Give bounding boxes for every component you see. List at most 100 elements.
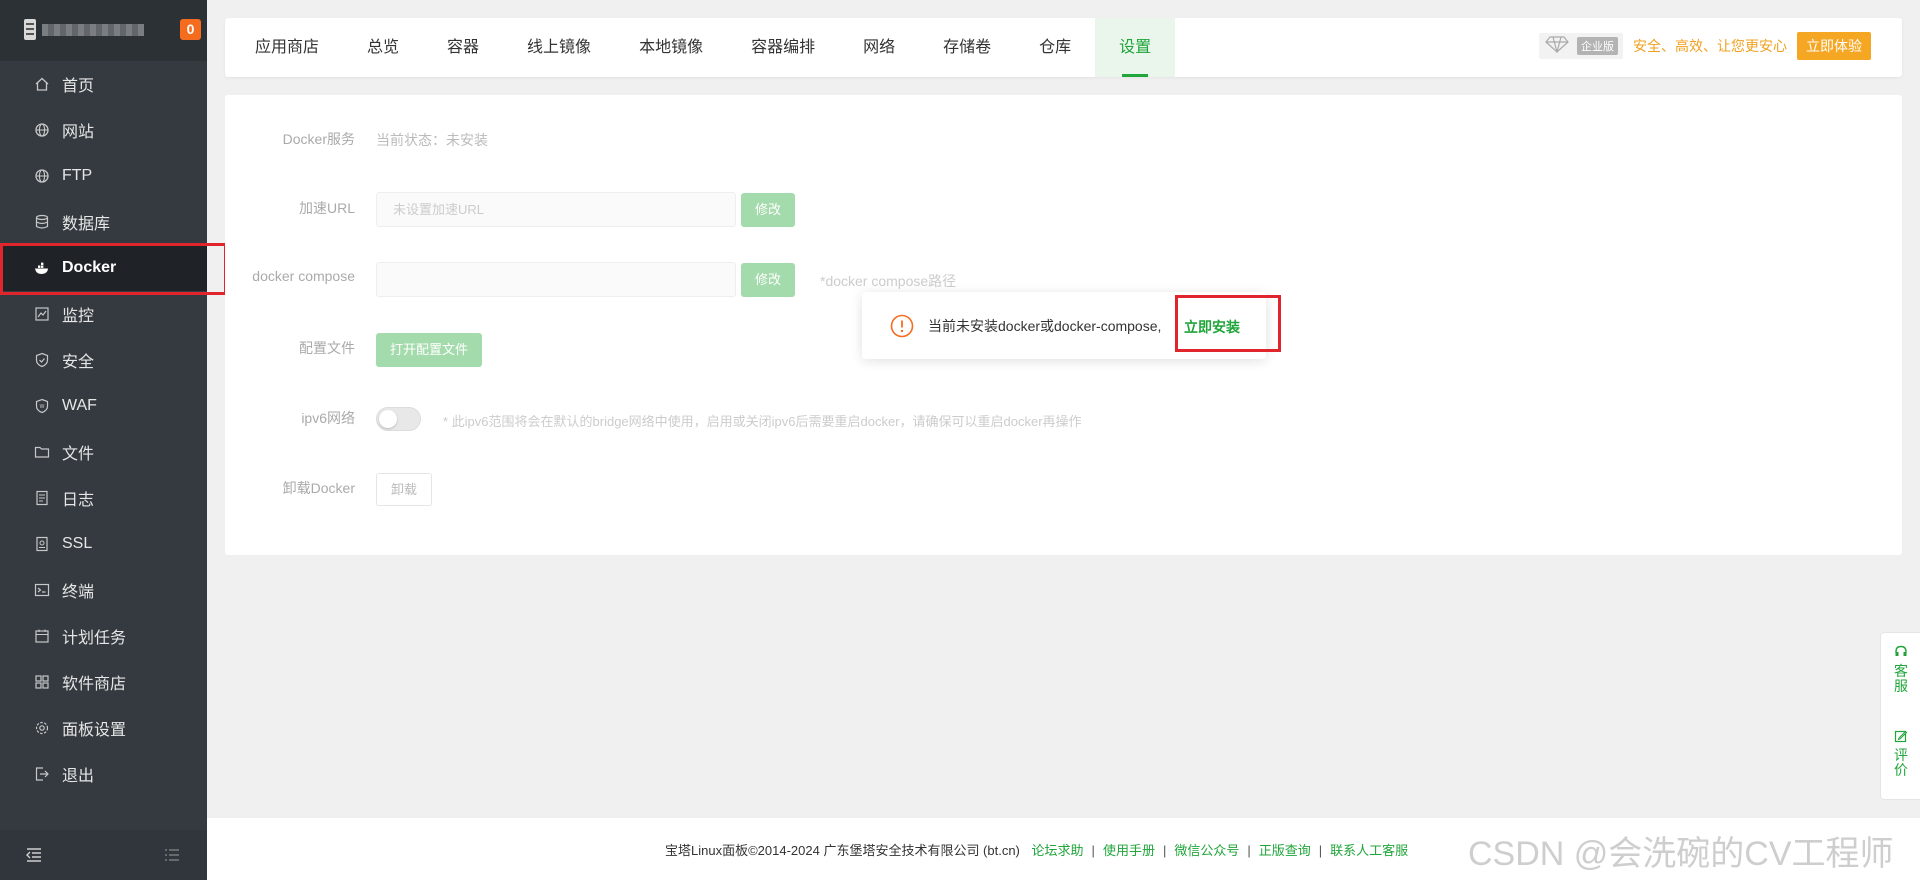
float-support[interactable]: 客服 (1881, 645, 1920, 694)
sidebar-item-label: 终端 (62, 584, 95, 601)
collapse-menu-icon[interactable] (25, 847, 43, 868)
edit-icon (1894, 730, 1908, 746)
tab-compose[interactable]: 容器编排 (727, 18, 839, 77)
float-feedback-label: 评价 (1894, 747, 1908, 778)
sidebar-item-label: 安全 (62, 354, 95, 371)
uninstall-button[interactable]: 卸载 (376, 473, 433, 506)
tab-settings[interactable]: 设置 (1095, 18, 1176, 77)
float-support-label: 客服 (1894, 663, 1908, 694)
enterprise-label: 企业版 (1577, 37, 1618, 55)
open-config-file-button[interactable]: 打开配置文件 (376, 333, 483, 367)
sidebar-item-files[interactable]: 文件 (0, 429, 207, 475)
sidebar-item-home[interactable]: 首页 (0, 61, 207, 107)
sidebar-item-waf[interactable]: W WAF (0, 383, 207, 429)
sidebar-header: 0 (0, 0, 207, 61)
calendar-icon (34, 628, 50, 644)
enterprise-badge: 企业版 (1539, 33, 1623, 59)
compose-path-input[interactable] (376, 262, 736, 297)
footer-link-license[interactable]: 正版查询 (1259, 843, 1311, 858)
tab-online-images[interactable]: 线上镜像 (503, 18, 615, 77)
terminal-icon (34, 582, 50, 598)
sidebar-item-app-store[interactable]: 软件商店 (0, 659, 207, 705)
sidebar-item-label: Docker (62, 259, 117, 276)
sidebar-item-terminal[interactable]: 终端 (0, 567, 207, 613)
logout-icon (34, 766, 50, 782)
uninstall-docker-label: 卸载Docker (282, 480, 355, 496)
sidebar-item-label: 监控 (62, 308, 95, 325)
sidebar-item-logs[interactable]: 日志 (0, 475, 207, 521)
sidebar-item-label: 面板设置 (62, 722, 127, 739)
diamond-icon (1545, 35, 1569, 58)
monitor-icon (34, 306, 50, 322)
docker-icon (34, 260, 50, 276)
sidebar-item-website[interactable]: 网站 (0, 107, 207, 153)
grid-icon (34, 674, 50, 690)
sidebar-item-docker[interactable]: Docker (0, 245, 207, 291)
shield-icon (34, 352, 50, 368)
try-now-button[interactable]: 立即体验 (1797, 32, 1871, 60)
tab-containers[interactable]: 容器 (423, 18, 503, 77)
log-icon (34, 490, 50, 506)
sidebar-item-security[interactable]: 安全 (0, 337, 207, 383)
sidebar-item-logout[interactable]: 退出 (0, 751, 207, 797)
footer-separator: | (1247, 843, 1251, 858)
install-now-link[interactable]: 立即安装 (1184, 317, 1240, 337)
sidebar-item-label: FTP (62, 167, 93, 184)
menu-list-icon[interactable] (163, 847, 181, 868)
database-icon (34, 214, 50, 230)
enterprise-promo: 企业版 安全、高效、让您更安心 立即体验 (1539, 32, 1871, 60)
gear-icon (34, 720, 50, 736)
mirror-url-modify-button[interactable]: 修改 (741, 193, 796, 227)
sidebar-item-ftp[interactable]: FTP (0, 153, 207, 199)
compose-modify-button[interactable]: 修改 (741, 263, 796, 297)
footer-link-support[interactable]: 联系人工客服 (1330, 843, 1408, 858)
not-installed-popup: 当前未安装docker或docker-compose, 立即安装 (862, 292, 1266, 359)
footer-separator: | (1091, 843, 1095, 858)
docker-service-status: 当前状态：未安装 (376, 132, 488, 148)
footer-link-forum[interactable]: 论坛求助 (1032, 843, 1084, 858)
mirror-url-label: 加速URL (298, 200, 355, 216)
tab-registry[interactable]: 仓库 (1015, 18, 1095, 77)
notification-badge[interactable]: 0 (180, 19, 201, 40)
footer-link-wechat[interactable]: 微信公众号 (1174, 843, 1239, 858)
sidebar-item-label: 退出 (62, 768, 95, 785)
tab-app-store[interactable]: 应用商店 (231, 18, 343, 77)
float-feedback[interactable]: 评价 (1881, 729, 1920, 778)
popup-message: 当前未安装docker或docker-compose, (928, 318, 1162, 334)
tab-volumes[interactable]: 存储卷 (919, 18, 1015, 77)
footer-link-manual[interactable]: 使用手册 (1103, 843, 1155, 858)
tab-overview[interactable]: 总览 (343, 18, 423, 77)
sidebar-item-label: SSL (62, 535, 93, 552)
folder-icon (34, 444, 50, 460)
floating-support-widget: 客服 评价 (1880, 632, 1920, 800)
mirror-url-input[interactable]: 未设置加速URL (376, 192, 736, 227)
tab-network[interactable]: 网络 (839, 18, 919, 77)
sidebar-item-label: 数据库 (62, 216, 111, 233)
server-icon (24, 19, 36, 40)
sidebar-item-label: 网站 (62, 124, 95, 141)
sidebar-footer (0, 830, 207, 880)
sidebar-item-ssl[interactable]: SSL (0, 521, 207, 567)
ipv6-toggle[interactable] (376, 407, 421, 431)
sidebar-item-panel-settings[interactable]: 面板设置 (0, 705, 207, 751)
sidebar-item-cron[interactable]: 计划任务 (0, 613, 207, 659)
sidebar-item-database[interactable]: 数据库 (0, 199, 207, 245)
sidebar-nav: 首页 网站 FTP 数据库 Docker 监控 安全 W WAF 文件 日志 S… (0, 61, 207, 797)
tab-local-images[interactable]: 本地镜像 (615, 18, 727, 77)
sidebar-item-label: 计划任务 (62, 630, 127, 647)
globe-icon (34, 122, 50, 138)
home-icon (34, 76, 50, 92)
sidebar: 0 首页 网站 FTP 数据库 Docker 监控 安全 W WAF 文件 日志… (0, 0, 207, 880)
footer-links: 宝塔Linux面板©2014-2024 广东堡塔安全技术有限公司 (bt.cn)… (665, 840, 1408, 859)
sidebar-item-label: WAF (62, 397, 97, 414)
compose-label: docker compose (252, 268, 355, 284)
headset-icon (1894, 645, 1908, 662)
footer-separator: | (1162, 843, 1167, 858)
compose-path-hint: *docker compose路径 (820, 273, 957, 289)
sidebar-item-label: 日志 (62, 492, 95, 509)
waf-shield-icon: W (34, 398, 50, 414)
promo-text: 安全、高效、让您更安心 (1633, 38, 1787, 54)
sidebar-item-monitor[interactable]: 监控 (0, 291, 207, 337)
footer-copyright: 宝塔Linux面板©2014-2024 广东堡塔安全技术有限公司 (bt.cn) (665, 843, 1020, 858)
watermark: CSDN @会洗碗的CV工程师 (1468, 835, 1894, 873)
